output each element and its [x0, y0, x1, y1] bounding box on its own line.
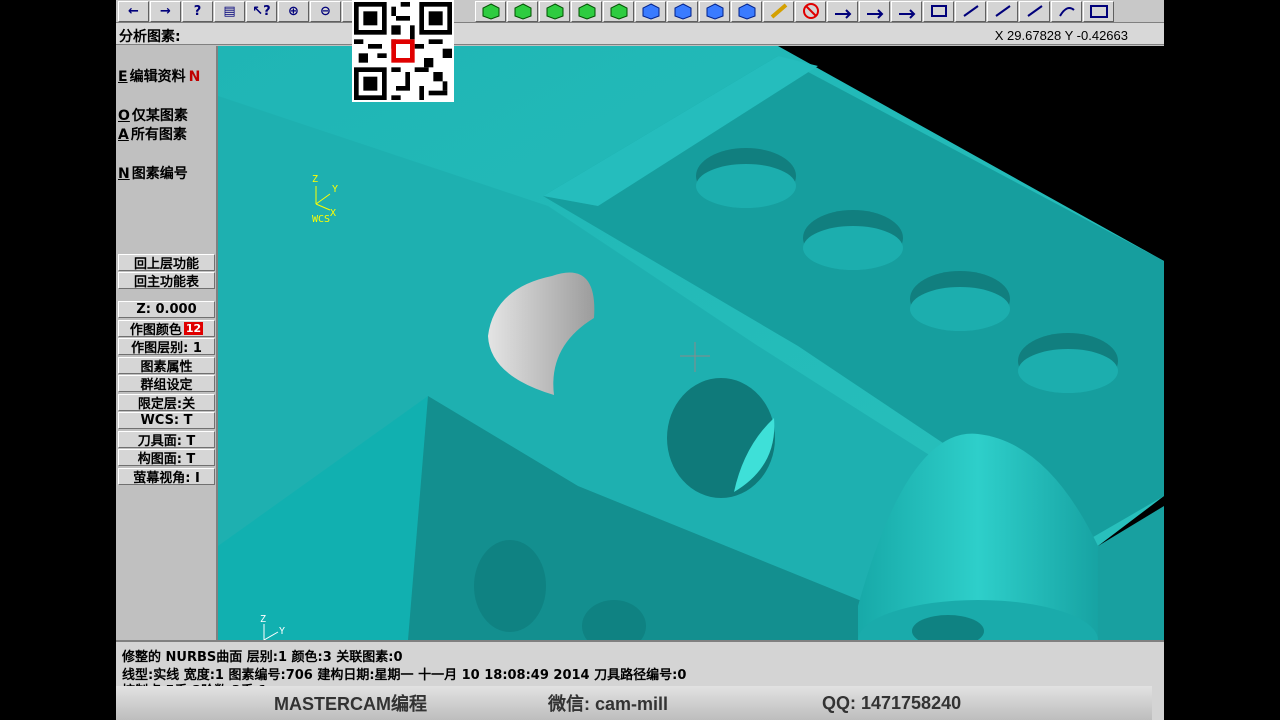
zoom-out-icon[interactable]: ⊖: [310, 0, 341, 22]
transform-icon[interactable]: [987, 0, 1018, 22]
z-depth-button[interactable]: Z: 0.000: [118, 301, 215, 318]
menu-item-label: 图素编号: [131, 166, 188, 182]
view-cube-icon[interactable]: [731, 0, 762, 22]
transform-icon[interactable]: [923, 0, 954, 22]
status-line-1: 修整的 NURBS曲面 层别:1 颜色:3 关联图素:0: [122, 650, 403, 665]
hole: [474, 540, 546, 632]
menu-item-number[interactable]: N 图素编号: [118, 163, 188, 183]
back-main-button[interactable]: 回主功能表: [118, 272, 215, 289]
back-arrow-icon[interactable]: ←: [118, 0, 149, 22]
menu-item-label: 所有图素: [130, 127, 187, 143]
view-cube-icon[interactable]: [699, 0, 730, 22]
mastercam-window: ← → ? ▤ ↖? ⊕ ⊖ ⊙ 分析图素: X 29.67828 Y -0.4…: [116, 0, 1164, 720]
tool-plane-button[interactable]: 刀具面: T: [118, 431, 215, 448]
menu-item-label: 仅某图素: [131, 108, 188, 124]
menu-item-all[interactable]: A 所有图素: [118, 124, 187, 144]
back-up-button[interactable]: 回上层功能: [118, 254, 215, 271]
prompt-label: 分析图素:: [119, 29, 181, 45]
banner-qq: QQ: 1471758240: [822, 692, 962, 713]
menu-item-edit[interactable]: E 编辑资料 N: [118, 66, 200, 86]
coordinate-readout: X 29.67828 Y -0.42663: [994, 28, 1128, 43]
menu-item-flag: N: [188, 69, 201, 85]
color-button[interactable]: 作图颜色 12: [118, 320, 215, 337]
color-label: 作图颜色: [129, 323, 182, 337]
calculator-icon[interactable]: ▤: [214, 0, 245, 22]
view-cube-icon[interactable]: [635, 0, 666, 22]
group-button[interactable]: 群组设定: [118, 375, 215, 392]
transform-icon[interactable]: [1019, 0, 1050, 22]
axis-label-y: Y: [279, 626, 285, 637]
level-button[interactable]: 作图层别: 1: [118, 338, 215, 355]
axis-label-x: X: [330, 208, 336, 219]
view-cube-icon[interactable]: [667, 0, 698, 22]
wcs-button[interactable]: WCS: T: [118, 412, 215, 429]
qr-code-image: [354, 2, 452, 100]
toolbar: ← → ? ▤ ↖? ⊕ ⊖ ⊙: [116, 0, 1164, 23]
help-icon[interactable]: ?: [182, 0, 213, 22]
view-cube-icon[interactable]: [475, 0, 506, 22]
zoom-window-icon[interactable]: ⊕: [278, 0, 309, 22]
graphics-viewport[interactable]: Z Y X WCS Z Y: [218, 46, 1164, 640]
axis-label-wcs: WCS: [312, 214, 330, 225]
banner-wechat: 微信: cam-mill: [548, 694, 669, 714]
view-cube-icon[interactable]: [603, 0, 634, 22]
mask-button[interactable]: 限定层:关: [118, 394, 215, 411]
transform-icon[interactable]: [827, 0, 858, 22]
prompt-bar: 分析图素: X 29.67828 Y -0.42663: [116, 23, 1164, 45]
delete-icon[interactable]: [795, 0, 826, 22]
qr-code: [352, 0, 454, 102]
hotkey-o: O: [118, 108, 130, 124]
part-model: Z Y X WCS Z Y: [218, 46, 1164, 640]
screen-view-button[interactable]: 萤幕视角: I: [118, 468, 215, 485]
hotkey-n: N: [118, 166, 130, 182]
banner-mastercam: MASTERCAM编程: [274, 694, 427, 714]
color-swatch: 12: [183, 322, 204, 335]
view-cube-icon[interactable]: [571, 0, 602, 22]
axis-label-y: Y: [332, 184, 338, 195]
view-cube-icon[interactable]: [539, 0, 570, 22]
transform-icon[interactable]: [955, 0, 986, 22]
menu-item-label: 编辑资料: [129, 69, 186, 85]
context-help-icon[interactable]: ↖?: [246, 0, 277, 22]
view-cube-icon[interactable]: [507, 0, 538, 22]
axis-label-z: Z: [260, 614, 266, 625]
cons-plane-button[interactable]: 构图面: T: [118, 449, 215, 466]
transform-icon[interactable]: [891, 0, 922, 22]
attributes-button[interactable]: 图素属性: [118, 357, 215, 374]
watermark-banner: MASTERCAM编程 微信: cam-mill QQ: 1471758240: [116, 686, 1152, 720]
rectangle-icon[interactable]: [1083, 0, 1114, 22]
main-menu: E 编辑资料 N O 仅某图素 A 所有图素 N 图素编号 回上层功能 回主功能表 Z: …: [116, 46, 218, 640]
hotkey-a: A: [118, 127, 129, 143]
forward-arrow-icon[interactable]: →: [150, 0, 181, 22]
transform-icon[interactable]: [1051, 0, 1082, 22]
axis-label-z: Z: [312, 174, 318, 185]
pencil-icon[interactable]: [763, 0, 794, 22]
transform-icon[interactable]: [859, 0, 890, 22]
menu-item-only[interactable]: O 仅某图素: [118, 105, 188, 125]
hotkey-e: E: [118, 69, 128, 85]
